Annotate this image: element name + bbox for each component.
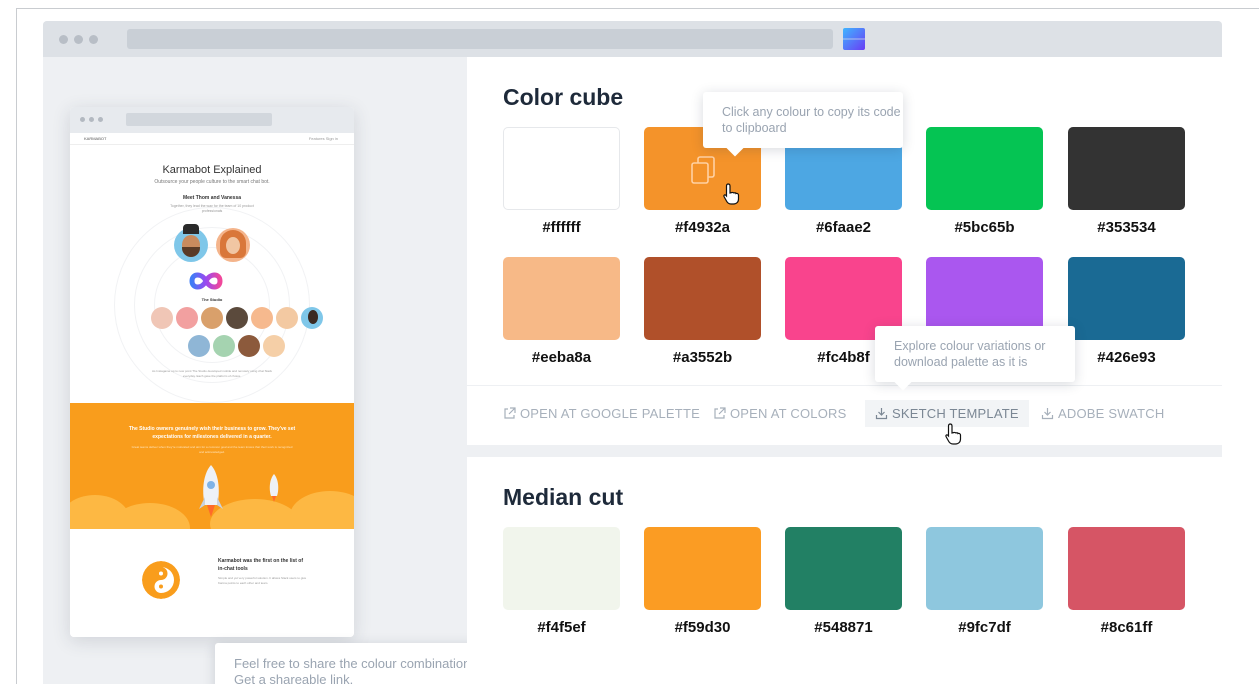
window-dot[interactable] xyxy=(89,35,98,44)
preview-bottom-text: Simple and yet very powerful solution. I… xyxy=(218,576,307,585)
hex-label[interactable]: #6faae2 xyxy=(785,219,902,236)
hand-cursor-icon xyxy=(723,183,740,205)
swatch-cube-3[interactable] xyxy=(926,127,1043,210)
swatch-cube-4[interactable] xyxy=(1068,127,1185,210)
action-label: ADOBE SWATCH xyxy=(1058,406,1165,421)
preview-bottom-title: Karmabot was the first on the list of in… xyxy=(218,558,304,572)
team-avatar xyxy=(188,335,210,357)
avatar-face xyxy=(226,237,240,254)
preview-dot xyxy=(89,117,94,122)
studio-label: The Studio xyxy=(201,297,223,302)
action-label: SKETCH TEMPLATE xyxy=(892,406,1019,421)
panel-divider xyxy=(467,385,1222,386)
swatch-median-3[interactable] xyxy=(926,527,1043,610)
team-avatar xyxy=(213,335,235,357)
swatch-cube-0[interactable] xyxy=(503,127,620,210)
hex-label[interactable]: #353534 xyxy=(1068,219,1185,236)
preview-dot xyxy=(80,117,85,122)
preview-caption: As Instagame up to now point The Studio … xyxy=(151,369,273,378)
preview-orange-section: The Studio owners genuinely wish their b… xyxy=(70,403,354,529)
team-avatar xyxy=(151,307,173,329)
hex-label[interactable]: #8c61ff xyxy=(1068,619,1185,636)
preview-meet-heading: Meet Thom and Vanessa xyxy=(182,195,242,201)
copy-icon xyxy=(691,156,715,184)
hex-label[interactable]: #f4f5ef xyxy=(503,619,620,636)
swatch-cube-9[interactable] xyxy=(1068,257,1185,340)
color-cube-title: Color cube xyxy=(503,84,624,110)
swatch-cube-5[interactable] xyxy=(503,257,620,340)
team-avatar xyxy=(238,335,260,357)
preview-orange-text: Great teams deliver when they're motivat… xyxy=(131,445,293,454)
preview-browser-bar xyxy=(70,107,354,133)
explore-tooltip: Explore colour variations or download pa… xyxy=(875,326,1075,382)
preview-bottom-section: Karmabot was the first on the list of in… xyxy=(70,529,354,637)
preview-nav-links: Features Sign in xyxy=(308,136,338,141)
swatch-median-0[interactable] xyxy=(503,527,620,610)
copy-tooltip: Click any colour to copy its code to cli… xyxy=(703,92,903,148)
team-avatar xyxy=(251,307,273,329)
hex-label[interactable]: #f59d30 xyxy=(644,619,761,636)
team-avatar xyxy=(276,307,298,329)
median-cut-panel: Median cut #f4f5ef #f59d30 #548871 #9fc7… xyxy=(467,457,1222,684)
adobe-swatch-button[interactable]: ADOBE SWATCH xyxy=(1041,406,1164,421)
hex-label[interactable]: #f4932a xyxy=(644,219,761,236)
action-label: OPEN AT COLORS xyxy=(730,406,847,421)
share-tooltip: Feel free to share the colour combinatio… xyxy=(215,643,497,684)
studio-logo-icon xyxy=(189,272,223,290)
rocket-icon xyxy=(199,465,223,517)
yin-yang-icon xyxy=(142,561,180,599)
download-icon xyxy=(875,408,888,420)
team-avatar xyxy=(226,307,248,329)
download-icon xyxy=(1041,408,1054,420)
median-cut-title: Median cut xyxy=(503,484,624,510)
hex-label[interactable]: #548871 xyxy=(785,619,902,636)
preview-subtitle: Outsource your people culture to the sma… xyxy=(154,179,270,185)
team-avatar-face xyxy=(308,310,318,324)
swatch-median-1[interactable] xyxy=(644,527,761,610)
preview-nav: KARMABOT Features Sign in xyxy=(70,133,354,145)
external-link-icon xyxy=(714,407,726,419)
preview-dot xyxy=(98,117,103,122)
preview-title: Karmabot Explained xyxy=(162,164,262,176)
open-google-palette-button[interactable]: OPEN AT GOOGLE PALETTE xyxy=(503,406,700,421)
window-dot[interactable] xyxy=(59,35,68,44)
rocket-icon xyxy=(269,474,279,502)
team-avatar xyxy=(201,307,223,329)
hex-label[interactable]: #ffffff xyxy=(503,219,620,236)
team-avatar xyxy=(263,335,285,357)
open-colors-button[interactable]: OPEN AT COLORS xyxy=(713,406,846,421)
hex-label[interactable]: #5bc65b xyxy=(926,219,1043,236)
action-label: OPEN AT GOOGLE PALETTE xyxy=(520,406,700,421)
hex-label[interactable]: #eeba8a xyxy=(503,349,620,366)
swatch-median-2[interactable] xyxy=(785,527,902,610)
hex-label[interactable]: #9fc7df xyxy=(926,619,1043,636)
website-preview: KARMABOT Features Sign in Karmabot Expla… xyxy=(70,107,354,637)
avatar-hat xyxy=(183,224,199,234)
preview-url-bar xyxy=(126,113,272,126)
preview-orange-title: The Studio owners genuinely wish their b… xyxy=(128,426,296,440)
cloud-shape xyxy=(290,491,354,529)
title-bar xyxy=(43,21,1222,57)
app-logo-icon xyxy=(843,28,865,50)
address-bar[interactable] xyxy=(127,29,833,49)
swatch-median-4[interactable] xyxy=(1068,527,1185,610)
team-avatar xyxy=(176,307,198,329)
external-link-icon xyxy=(504,407,516,419)
hand-cursor-icon xyxy=(945,423,962,445)
swatch-cube-6[interactable] xyxy=(644,257,761,340)
hex-label[interactable]: #a3552b xyxy=(644,349,761,366)
hex-label[interactable]: #426e93 xyxy=(1068,349,1185,366)
preview-brand: KARMABOT xyxy=(84,136,107,141)
window-dot[interactable] xyxy=(74,35,83,44)
